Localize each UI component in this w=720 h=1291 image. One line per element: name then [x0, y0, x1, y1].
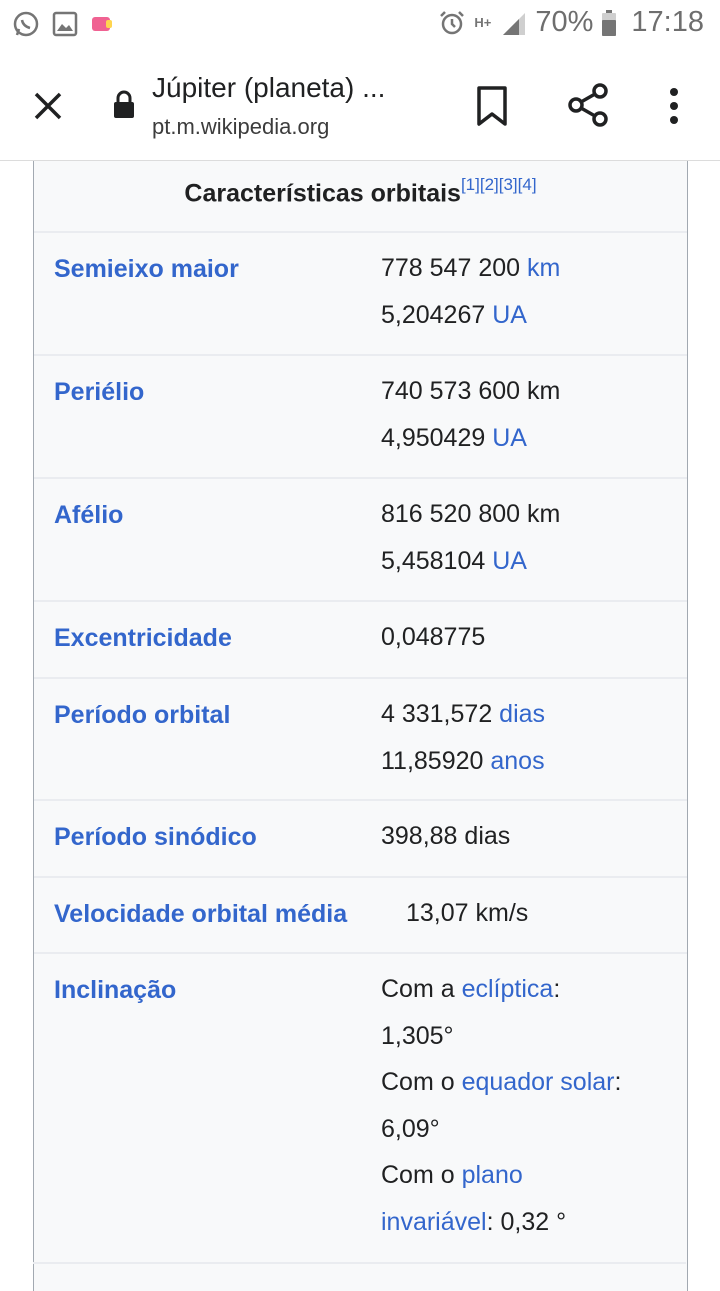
battery-icon: [602, 9, 617, 36]
link-equador-solar[interactable]: equador solar: [462, 1068, 615, 1096]
row-periodo-sinodico: Período sinódico 398,88 dias: [34, 801, 687, 878]
battery-percent: 70%: [535, 6, 594, 38]
page-title[interactable]: Júpiter (planeta) ...: [152, 72, 385, 104]
unit-link-dias[interactable]: dias: [499, 700, 545, 728]
alarm-icon: [440, 10, 465, 34]
row-inclinacao: Inclinação Com a eclíptica: 1,305° Com o…: [34, 954, 687, 1264]
row-label[interactable]: Velocidade orbital média: [54, 900, 347, 929]
value-text: 5,458104: [381, 546, 493, 575]
value-text: 778 547 200: [381, 254, 527, 282]
row-value: 816 520 800 km 5,458104 UA: [381, 491, 560, 584]
link-ecliptica[interactable]: eclíptica: [462, 975, 554, 1003]
row-label[interactable]: Afélio: [54, 501, 123, 530]
value-text: :: [553, 975, 561, 1003]
value-text: 5,204267: [381, 300, 493, 329]
references-link[interactable]: [1][2][3][4]: [461, 175, 537, 194]
row-label[interactable]: Semieixo maior: [54, 255, 239, 284]
share-icon[interactable]: [566, 82, 610, 128]
notification-app-icon: [92, 17, 112, 31]
row-label[interactable]: Inclinação: [54, 976, 176, 1005]
row-periodo-orbital: Período orbital 4 331,572 dias 11,85920 …: [34, 679, 687, 801]
row-label[interactable]: Período sinódico: [54, 823, 257, 852]
row-value: 778 547 200 km 5,204267 UA: [381, 245, 560, 338]
page-url[interactable]: pt.m.wikipedia.org: [152, 114, 329, 140]
row-value: 13,07 km/s: [406, 899, 529, 927]
close-icon[interactable]: [28, 86, 68, 126]
infobox-heading: Características orbitais: [184, 179, 461, 208]
value-text: Com a: [381, 975, 462, 1003]
row-perielio: Periélio 740 573 600 km 4,950429 UA: [34, 356, 687, 479]
value-text: Com o: [381, 1068, 462, 1096]
row-label[interactable]: Periélio: [54, 378, 144, 407]
row-value: 4 331,572 dias 11,85920 anos: [381, 691, 545, 784]
row-label[interactable]: Período orbital: [54, 701, 230, 730]
row-value: Com a eclíptica: 1,305° Com o equador so…: [381, 966, 621, 1245]
row-value: 740 573 600 km 4,950429 UA: [381, 368, 560, 461]
lock-icon: [114, 90, 134, 118]
value-text: 1,305°: [381, 1021, 454, 1050]
unit-link-ua[interactable]: UA: [492, 547, 527, 575]
link-plano-invariavel[interactable]: invariável: [381, 1208, 487, 1236]
whatsapp-icon: [13, 11, 39, 37]
value-text: 816 520 800 km: [381, 500, 561, 528]
signal-icon: [503, 12, 526, 35]
row-label[interactable]: Excentricidade: [54, 624, 232, 653]
row-afelio: Afélio 816 520 800 km 5,458104 UA: [34, 479, 687, 602]
divider: [33, 1262, 686, 1264]
network-type: H+: [474, 15, 492, 30]
gallery-icon: [52, 11, 78, 37]
more-options-icon[interactable]: [662, 86, 686, 126]
row-semieixo-maior: Semieixo maior 778 547 200 km 5,204267 U…: [34, 233, 687, 356]
value-text: : 0,32 °: [486, 1207, 567, 1236]
unit-link-ua[interactable]: UA: [492, 301, 527, 329]
clock-time: 17:18: [631, 6, 704, 38]
value-text: 4 331,572: [381, 700, 500, 728]
infobox-header: Características orbitais[1][2][3][4]: [34, 161, 687, 233]
value-text: 6,09°: [381, 1114, 440, 1143]
status-bar: H+ 70% 17:18: [0, 0, 720, 50]
row-value: 398,88 dias: [381, 822, 511, 850]
browser-toolbar: Júpiter (planeta) ... pt.m.wikipedia.org: [0, 50, 720, 161]
value-text: :: [614, 1068, 622, 1096]
link-plano-invariavel[interactable]: plano: [462, 1161, 523, 1189]
row-value: 0,048775: [381, 623, 486, 651]
row-velocidade-orbital-media: Velocidade orbital média 13,07 km/s: [34, 878, 687, 954]
value-text: 11,85920: [381, 746, 491, 775]
row-excentricidade: Excentricidade 0,048775: [34, 602, 687, 679]
value-text: 4,950429: [381, 423, 493, 452]
unit-link-ua[interactable]: UA: [492, 424, 527, 452]
value-text: 740 573 600 km: [381, 377, 561, 405]
unit-link-km[interactable]: km: [527, 254, 560, 282]
unit-link-anos[interactable]: anos: [490, 747, 544, 775]
bookmark-icon[interactable]: [474, 84, 510, 128]
infobox-orbital: Características orbitais[1][2][3][4] Sem…: [33, 161, 688, 1291]
value-text: Com o: [381, 1161, 462, 1189]
